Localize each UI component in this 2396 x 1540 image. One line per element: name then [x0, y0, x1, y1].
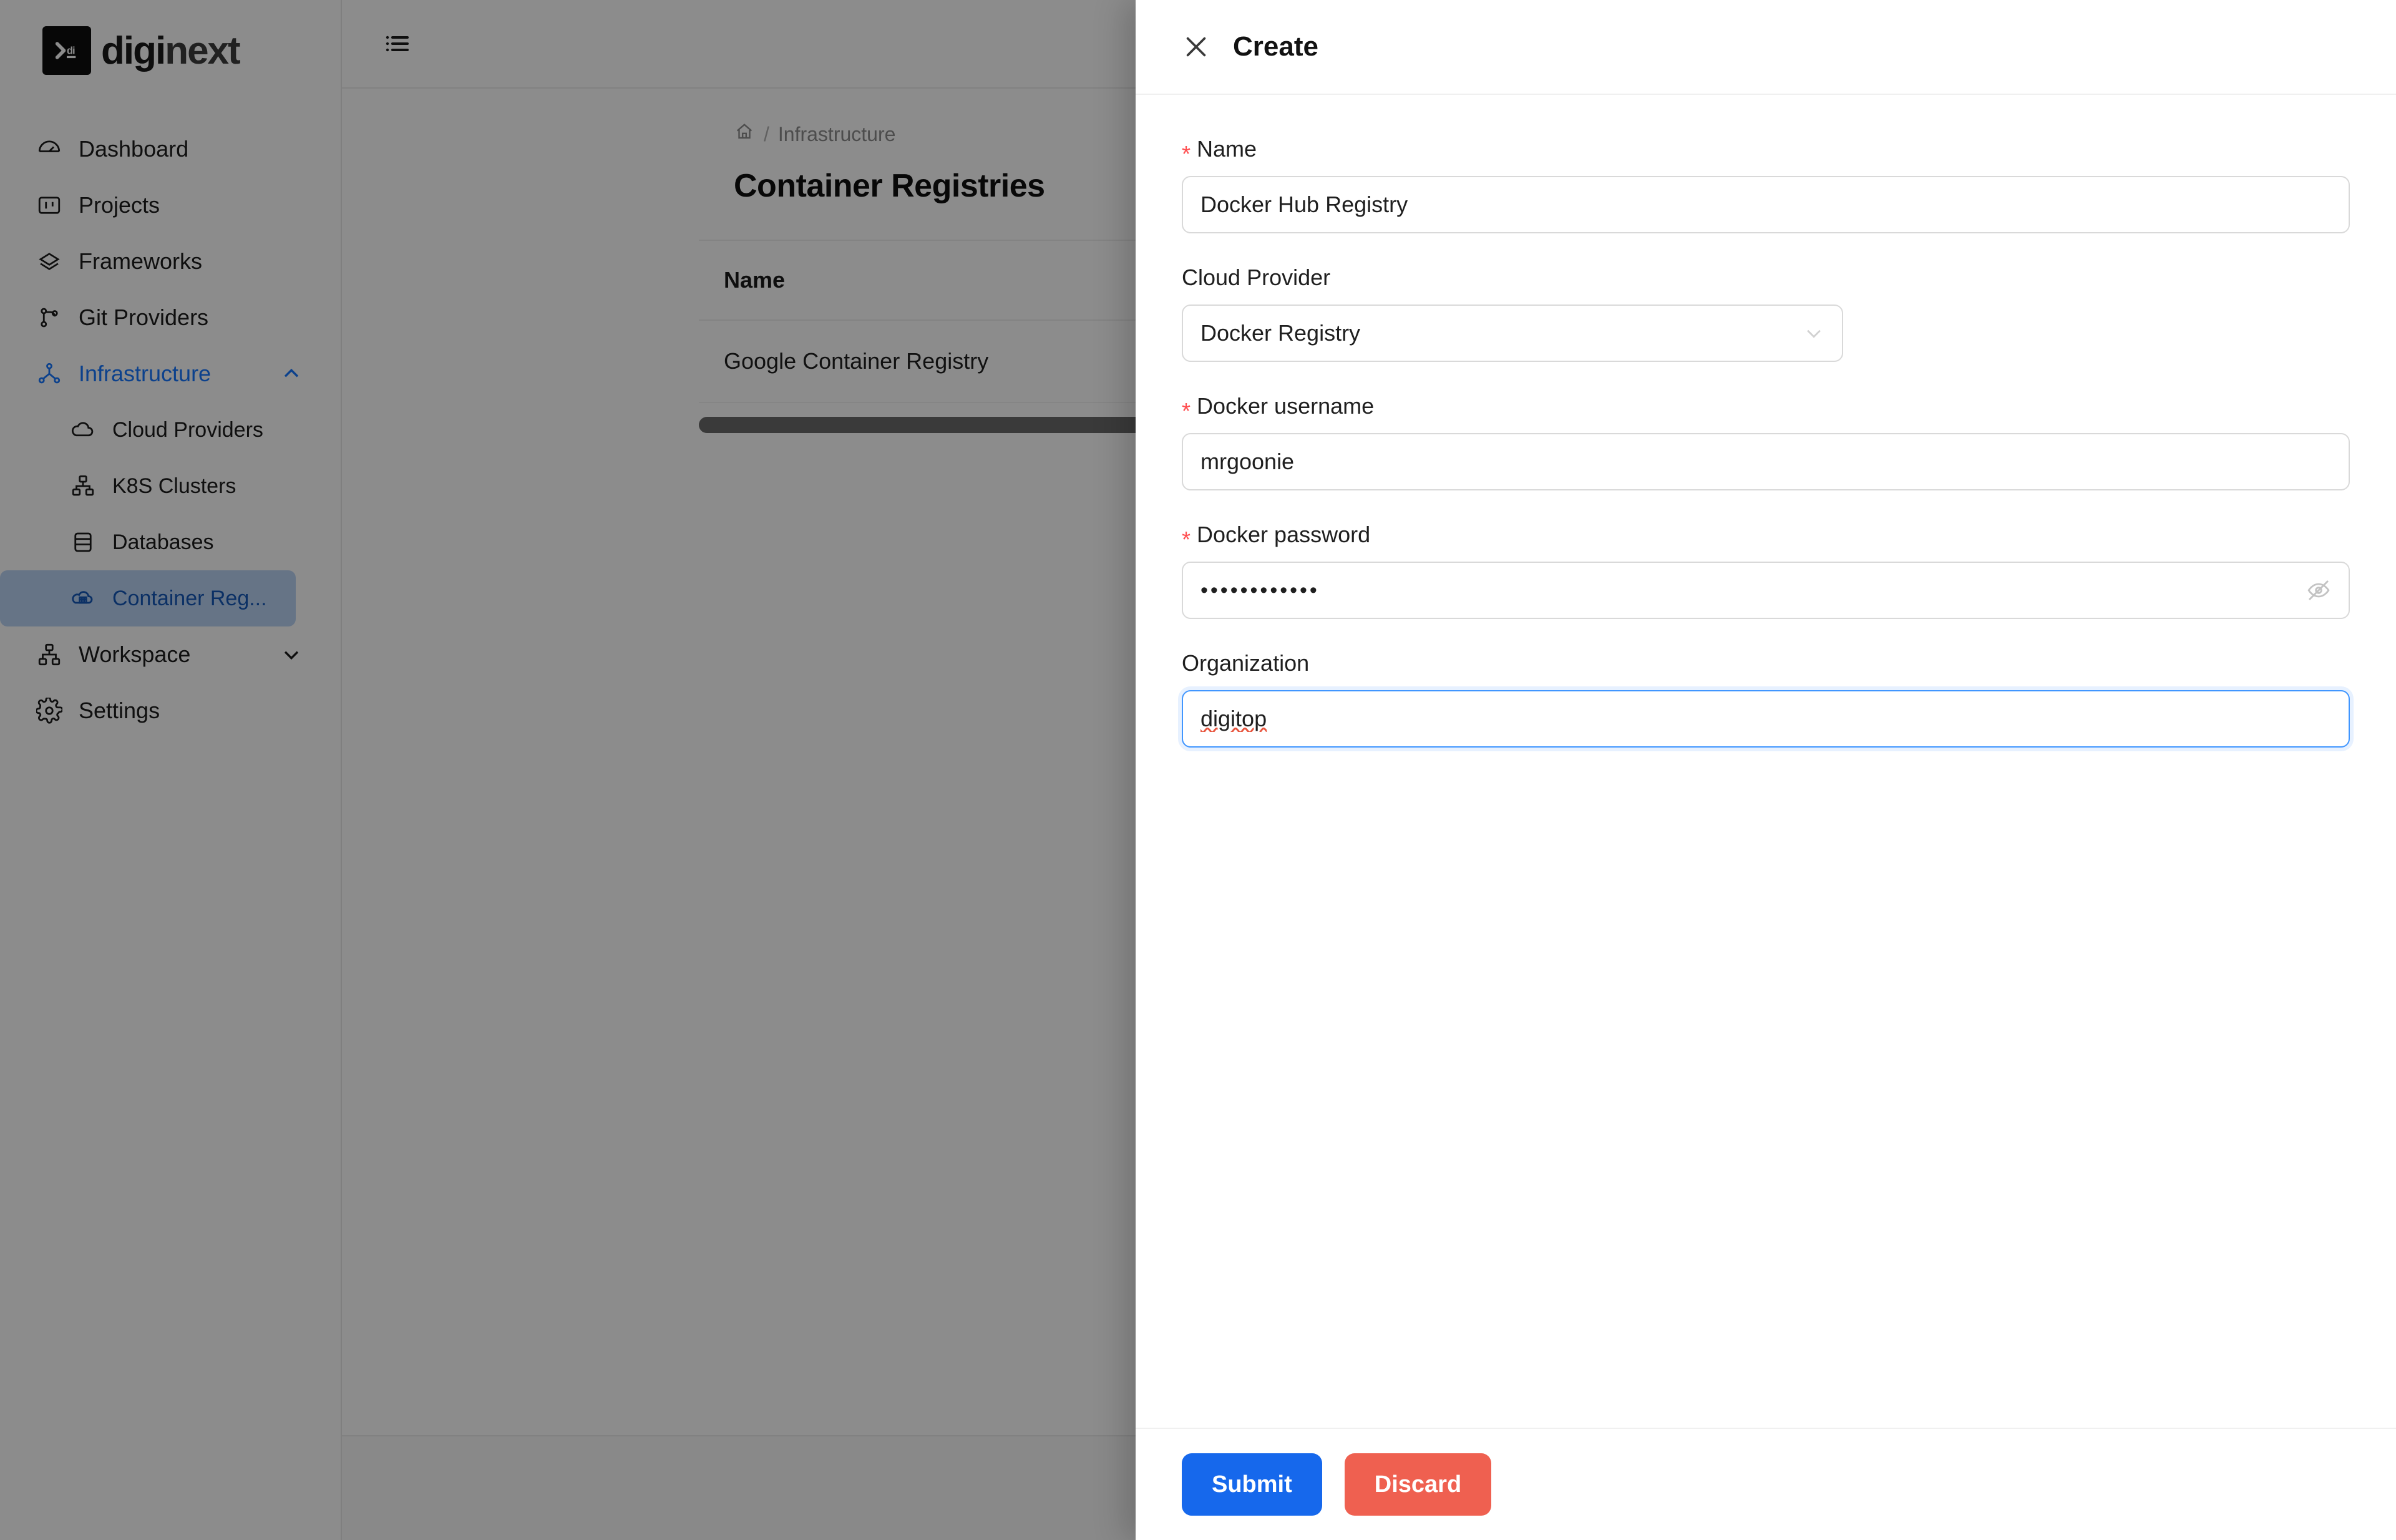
drawer-footer: Submit Discard [1136, 1428, 2396, 1540]
label-text: Docker password [1197, 522, 1371, 547]
organization-input[interactable] [1182, 690, 2350, 748]
label-text: Name [1197, 136, 1257, 162]
screen-root: di diginext Dashboard Projects Framework… [0, 0, 2396, 1540]
password-input-wrapper [1182, 562, 2350, 619]
field-name: * Name [1182, 136, 2350, 233]
drawer-title: Create [1233, 31, 1318, 62]
name-input[interactable] [1182, 176, 2350, 233]
submit-button[interactable]: Submit [1182, 1453, 1322, 1516]
field-label-organization: Organization [1182, 650, 2350, 676]
cloud-provider-select[interactable]: Docker Registry [1182, 305, 1843, 362]
field-label-docker-username: * Docker username [1182, 393, 2350, 424]
label-text: Organization [1182, 650, 1310, 676]
drawer-header: Create [1136, 0, 2396, 95]
field-label-docker-password: * Docker password [1182, 522, 2350, 552]
field-docker-password: * Docker password [1182, 522, 2350, 619]
field-cloud-provider: Cloud Provider Docker Registry [1182, 265, 2350, 362]
cloud-provider-selected-value: Docker Registry [1200, 320, 1361, 346]
chevron-down-icon[interactable] [1803, 323, 1824, 344]
field-label-cloud-provider: Cloud Provider [1182, 265, 2350, 291]
close-icon[interactable] [1182, 32, 1210, 61]
label-text: Cloud Provider [1182, 265, 1331, 290]
create-drawer: Create * Name Cloud Provider Docker Regi… [1136, 0, 2396, 1540]
label-text: Docker username [1197, 393, 1375, 419]
field-docker-username: * Docker username [1182, 393, 2350, 490]
drawer-body: * Name Cloud Provider Docker Registry [1136, 95, 2396, 1428]
required-asterisk: * [1182, 398, 1191, 424]
eye-invisible-icon[interactable] [2306, 578, 2331, 603]
discard-button[interactable]: Discard [1344, 1453, 1492, 1516]
field-label-name: * Name [1182, 136, 2350, 167]
required-asterisk: * [1182, 527, 1191, 552]
docker-username-input[interactable] [1182, 433, 2350, 490]
required-asterisk: * [1182, 141, 1191, 167]
docker-password-input[interactable] [1182, 562, 2350, 619]
field-organization: Organization [1182, 650, 2350, 748]
